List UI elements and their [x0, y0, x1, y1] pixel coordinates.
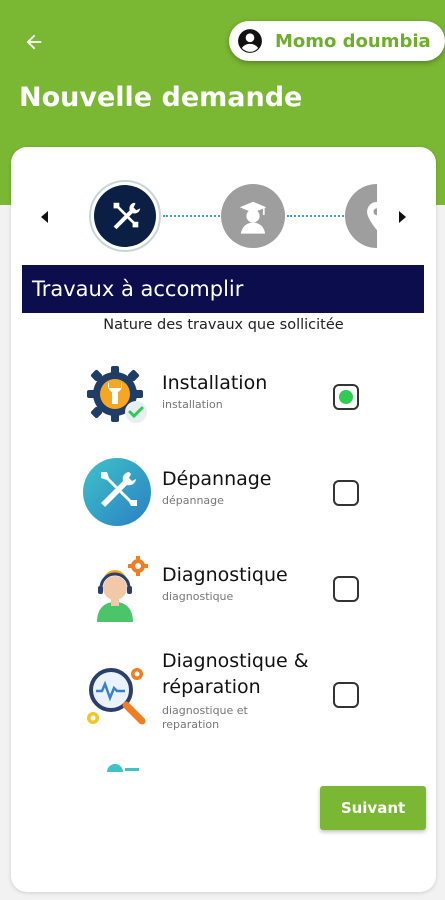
job-option-more[interactable] — [81, 764, 381, 772]
job-description: diagnostique — [162, 590, 234, 603]
step-qualification[interactable] — [221, 184, 285, 248]
section-subtitle: Nature des travaux que sollicitée — [103, 317, 344, 333]
stepper-next-button[interactable] — [395, 209, 409, 225]
job-description: installation — [162, 398, 223, 411]
back-button[interactable] — [18, 26, 50, 58]
job-checkbox[interactable] — [333, 384, 359, 410]
page-title: Nouvelle demande — [19, 82, 303, 113]
stepper — [11, 177, 436, 257]
magnifier-pulse-icon — [87, 668, 146, 725]
job-title: Installation — [162, 372, 268, 394]
job-checkbox[interactable] — [333, 576, 359, 602]
checked-indicator — [339, 390, 353, 404]
user-name: Momo doumbia — [275, 30, 431, 52]
tools-icon — [113, 202, 141, 230]
stepper-track — [75, 177, 377, 257]
support-agent-icon — [97, 556, 148, 622]
job-title: Diagnostique & réparation — [162, 650, 309, 698]
location-icon — [367, 201, 377, 231]
step-connector — [163, 215, 223, 217]
caret-right-icon — [399, 211, 406, 223]
job-title: Diagnostique — [162, 564, 288, 586]
arrow-left-icon — [26, 34, 42, 50]
job-checkbox[interactable] — [333, 682, 359, 708]
gear-wrench-check-icon — [87, 366, 147, 423]
tools-circle-icon — [83, 458, 151, 526]
job-option-depannage[interactable]: Dépannage dépannage — [81, 456, 381, 536]
step-location[interactable] — [345, 184, 377, 248]
partial-job-icon — [107, 764, 139, 772]
section-banner: Travaux à accomplir — [22, 265, 424, 313]
request-card: Travaux à accomplir Nature des travaux q… — [11, 147, 436, 892]
next-button[interactable]: Suivant — [320, 786, 426, 830]
job-option-diagnostique[interactable]: Diagnostique diagnostique — [81, 552, 381, 632]
job-title: Dépannage — [162, 468, 272, 490]
job-option-diagnostique-reparation[interactable]: Diagnostique & réparation diagnostique e… — [81, 648, 381, 748]
caret-left-icon — [41, 211, 48, 223]
user-profile-chip[interactable]: Momo doumbia — [229, 21, 445, 61]
job-option-installation[interactable]: Installation installation — [81, 360, 381, 440]
job-description: dépannage — [162, 494, 224, 507]
step-travaux[interactable] — [89, 180, 161, 252]
step-connector — [287, 215, 347, 217]
section-title: Travaux à accomplir — [32, 277, 244, 301]
graduate-icon — [239, 201, 267, 234]
account-circle-icon — [238, 29, 262, 53]
job-type-list: Installation installation Dépannage dépa… — [11, 352, 436, 772]
job-checkbox[interactable] — [333, 480, 359, 506]
stepper-prev-button[interactable] — [38, 209, 52, 225]
job-description: diagnostique et reparation — [162, 704, 248, 731]
